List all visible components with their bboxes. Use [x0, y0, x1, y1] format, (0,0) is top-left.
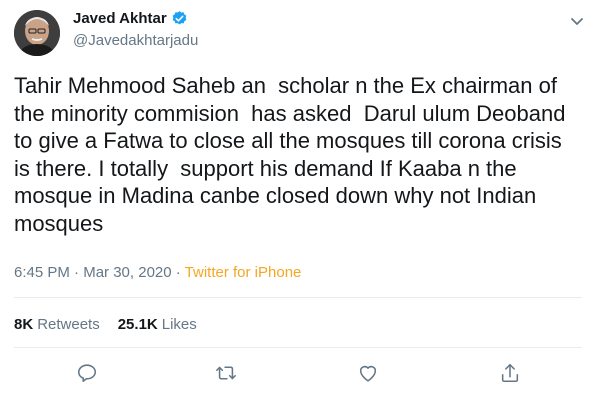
author-handle[interactable]: @Javedakhtarjadu — [73, 32, 198, 49]
tweet-text-line: is there. I totally support his demand I… — [14, 155, 517, 181]
retweets-count: 8K — [14, 316, 34, 333]
chevron-down-icon[interactable] — [570, 14, 584, 25]
verified-badge-icon — [171, 10, 188, 27]
avatar[interactable] — [14, 10, 60, 56]
tweet-source[interactable]: Twitter for iPhone — [185, 264, 302, 281]
tweet-meta: 6:45 PM · Mar 30, 2020 · Twitter for iPh… — [14, 264, 301, 281]
meta-separator: · — [69, 264, 84, 281]
reply-icon[interactable] — [76, 362, 98, 384]
heart-icon[interactable] — [357, 362, 379, 384]
tweet-text: Tahir Mehmood Saheb an scholar n the Ex … — [14, 72, 586, 237]
tweet-text-line: to give a Fatwa to close all the mosques… — [14, 128, 562, 153]
share-icon[interactable] — [499, 362, 521, 384]
likes-count: 25.1K — [117, 316, 158, 333]
tweet-time[interactable]: 6:45 PM — [14, 264, 70, 281]
author-name[interactable]: Javed Akhtar — [73, 10, 167, 27]
tweet-text-line: mosque in Madina canbe closed down why n… — [14, 183, 537, 208]
tweet-text-line: the minority commision has asked Darul u… — [14, 100, 566, 126]
meta-separator: · — [171, 264, 185, 281]
tweet-date[interactable]: Mar 30, 2020 — [83, 264, 171, 281]
tweet-card: Javed Akhtar @Javedakhtarjadu Tahir Mehm… — [0, 0, 596, 400]
tweet-text-line: Tahir Mehmood Saheb an scholar n the Ex … — [14, 73, 557, 98]
tweet-stats: 8K Retweets 25.1K Likes — [14, 316, 197, 333]
retweets-label: Retweets — [37, 316, 100, 333]
divider — [14, 297, 582, 298]
retweet-icon[interactable] — [215, 362, 237, 384]
divider — [14, 347, 582, 348]
retweets-stat[interactable]: 8K Retweets — [14, 316, 100, 333]
likes-stat[interactable]: 25.1K Likes — [118, 316, 197, 333]
tweet-actions — [0, 362, 596, 386]
tweet-text-line: mosques — [14, 210, 104, 236]
author-name-row: Javed Akhtar — [73, 10, 188, 27]
likes-label: Likes — [161, 316, 197, 333]
